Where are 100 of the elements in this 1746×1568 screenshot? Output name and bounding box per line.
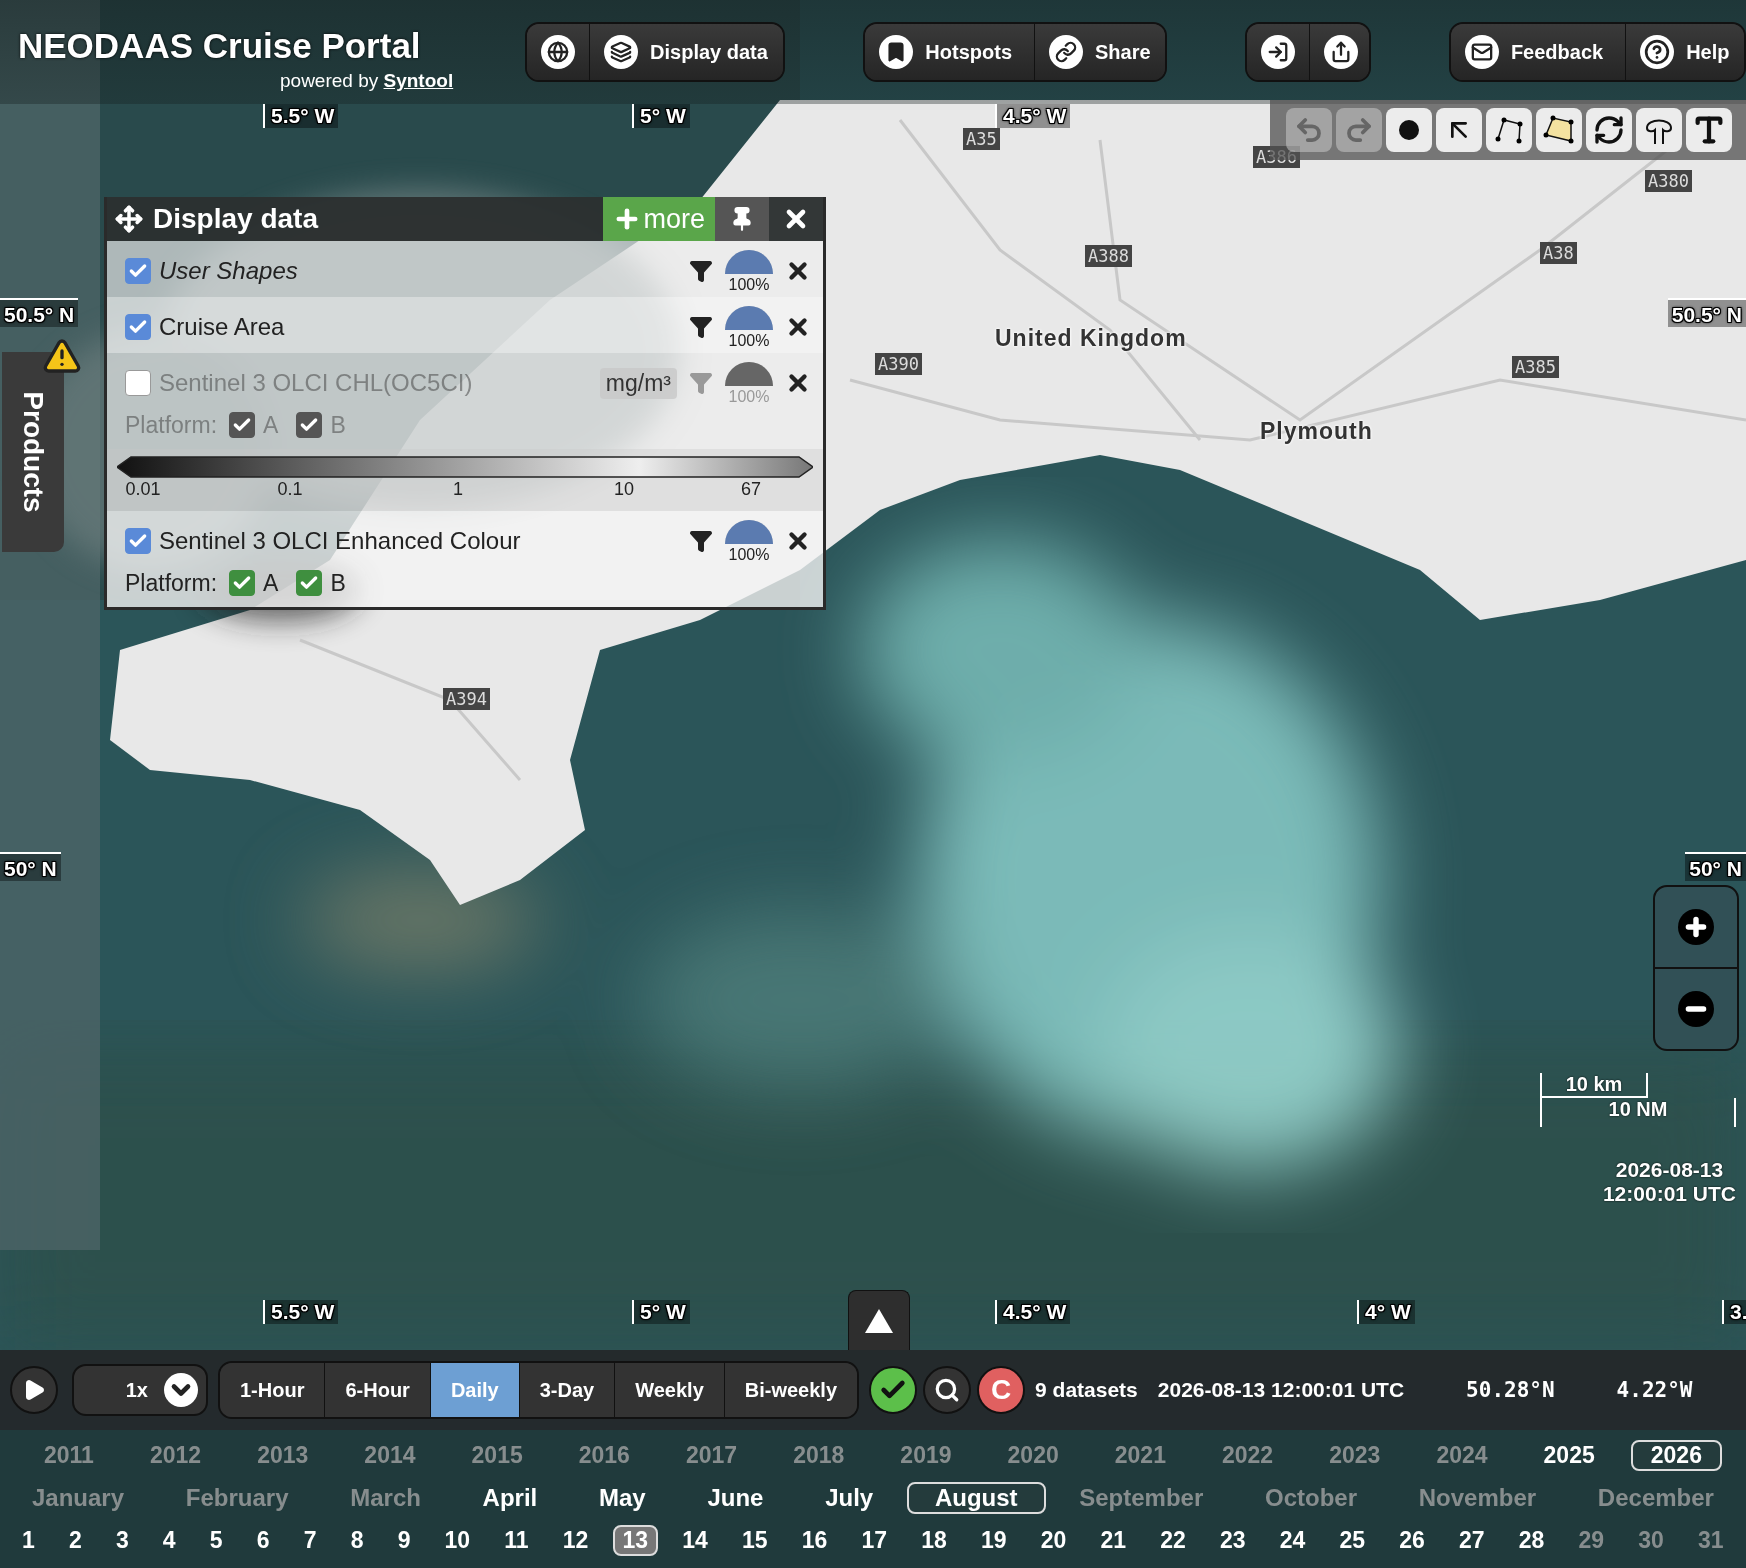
year-item[interactable]: 2014 [344, 1439, 436, 1471]
month-item[interactable]: August [906, 1482, 1046, 1514]
time-step-tab[interactable]: 6-Hour [325, 1363, 431, 1417]
month-item[interactable]: July [797, 1482, 902, 1514]
share-button[interactable]: Share [1035, 24, 1165, 80]
month-item[interactable]: March [322, 1482, 449, 1514]
day-item[interactable]: 13 [612, 1525, 659, 1557]
day-item[interactable]: 8 [340, 1525, 374, 1557]
rotate-tool-button[interactable] [1586, 108, 1632, 152]
opacity-gauge[interactable] [724, 248, 774, 276]
month-item[interactable]: January [4, 1482, 153, 1514]
year-item[interactable]: 2021 [1094, 1439, 1186, 1471]
arrow-tool-button[interactable] [1436, 108, 1482, 152]
month-item[interactable]: February [157, 1482, 317, 1514]
platform-checkbox[interactable] [296, 570, 323, 596]
syntool-link[interactable]: Syntool [383, 70, 454, 91]
day-item[interactable]: 20 [1030, 1525, 1077, 1557]
year-item[interactable]: 2013 [237, 1439, 329, 1471]
opacity-gauge[interactable] [724, 518, 774, 546]
month-item[interactable]: December [1569, 1482, 1742, 1514]
filter-icon[interactable] [689, 259, 713, 283]
year-item[interactable]: 2020 [987, 1439, 1079, 1471]
login-button[interactable] [1247, 24, 1310, 80]
layer-checkbox[interactable] [125, 370, 151, 396]
products-tab[interactable]: Products [2, 352, 64, 552]
year-item[interactable]: 2018 [773, 1439, 865, 1471]
status-ok-button[interactable] [869, 1366, 918, 1414]
day-item[interactable]: 23 [1210, 1525, 1256, 1557]
text-tool-button[interactable] [1686, 108, 1732, 152]
year-item[interactable]: 2024 [1416, 1439, 1508, 1471]
globe-button[interactable] [527, 24, 591, 80]
year-item[interactable]: 2011 [24, 1439, 114, 1471]
opacity-gauge[interactable] [724, 304, 774, 332]
year-item[interactable]: 2025 [1523, 1439, 1615, 1471]
day-item[interactable]: 25 [1329, 1525, 1376, 1557]
polyline-tool-button[interactable] [1486, 108, 1532, 152]
year-item[interactable]: 2016 [558, 1439, 650, 1471]
day-item[interactable]: 6 [246, 1525, 280, 1557]
day-item[interactable]: 19 [971, 1525, 1017, 1557]
day-item[interactable]: 4 [152, 1525, 186, 1557]
day-item[interactable]: 21 [1090, 1525, 1137, 1557]
month-item[interactable]: September [1051, 1482, 1232, 1514]
day-item[interactable]: 16 [791, 1525, 838, 1557]
day-item[interactable]: 29 [1568, 1525, 1615, 1557]
platform-checkbox[interactable] [229, 570, 256, 596]
day-item[interactable]: 11 [494, 1525, 539, 1557]
day-item[interactable]: 1 [12, 1525, 45, 1557]
month-item[interactable]: October [1237, 1482, 1386, 1514]
day-item[interactable]: 28 [1508, 1525, 1555, 1557]
year-item[interactable]: 2019 [880, 1439, 972, 1471]
hotspots-button[interactable]: Hotspots [865, 24, 1036, 80]
help-button[interactable]: Help [1626, 24, 1744, 80]
year-item[interactable]: 2023 [1309, 1439, 1401, 1471]
search-button[interactable] [923, 1366, 972, 1414]
time-step-tab[interactable]: 1-Hour [220, 1363, 326, 1417]
opacity-gauge[interactable] [724, 360, 774, 388]
filter-icon[interactable] [689, 529, 713, 553]
platform-checkbox[interactable] [229, 412, 256, 438]
day-item[interactable]: 5 [199, 1525, 233, 1557]
day-item[interactable]: 12 [552, 1525, 599, 1557]
time-step-tab[interactable]: Weekly [615, 1363, 725, 1417]
day-item[interactable]: 31 [1688, 1525, 1734, 1557]
day-item[interactable]: 2 [58, 1525, 92, 1557]
month-item[interactable]: April [454, 1482, 566, 1514]
day-item[interactable]: 24 [1269, 1525, 1316, 1557]
year-item[interactable]: 2026 [1630, 1439, 1722, 1471]
opacity-control[interactable]: 100% [721, 248, 777, 294]
year-item[interactable]: 2017 [665, 1439, 758, 1471]
shape-tool-button[interactable] [1636, 108, 1682, 152]
pin-button[interactable] [715, 197, 769, 241]
year-item[interactable]: 2015 [451, 1439, 543, 1471]
day-item[interactable]: 26 [1389, 1525, 1435, 1557]
expand-timeline-button[interactable] [848, 1290, 910, 1350]
day-item[interactable]: 9 [387, 1525, 421, 1557]
point-tool-button[interactable] [1386, 108, 1432, 152]
day-item[interactable]: 22 [1150, 1525, 1196, 1557]
play-button[interactable] [10, 1366, 58, 1414]
day-item[interactable]: 3 [105, 1525, 139, 1557]
day-item[interactable]: 10 [434, 1525, 481, 1557]
day-item[interactable]: 14 [672, 1525, 718, 1557]
polygon-tool-button[interactable] [1536, 108, 1582, 152]
feedback-button[interactable]: Feedback [1450, 24, 1627, 80]
speed-dropdown[interactable]: 1x [72, 1364, 208, 1416]
layer-checkbox[interactable] [125, 314, 151, 340]
year-item[interactable]: 2022 [1201, 1439, 1294, 1471]
opacity-control[interactable]: 100% [721, 518, 777, 564]
display-data-button[interactable]: Display data [590, 24, 784, 80]
opacity-control[interactable]: 100% [721, 304, 777, 350]
year-item[interactable]: 2012 [129, 1439, 222, 1471]
day-item[interactable]: 18 [911, 1525, 957, 1557]
move-icon[interactable] [115, 205, 143, 233]
time-step-tab[interactable]: Bi-weekly [724, 1363, 858, 1417]
export-button[interactable] [1310, 24, 1369, 80]
day-item[interactable]: 15 [732, 1525, 778, 1557]
layer-checkbox[interactable] [125, 258, 151, 284]
day-item[interactable]: 7 [293, 1525, 327, 1557]
day-item[interactable]: 17 [851, 1525, 898, 1557]
filter-icon[interactable] [689, 315, 713, 339]
layer-checkbox[interactable] [125, 528, 151, 554]
day-item[interactable]: 30 [1628, 1525, 1674, 1557]
